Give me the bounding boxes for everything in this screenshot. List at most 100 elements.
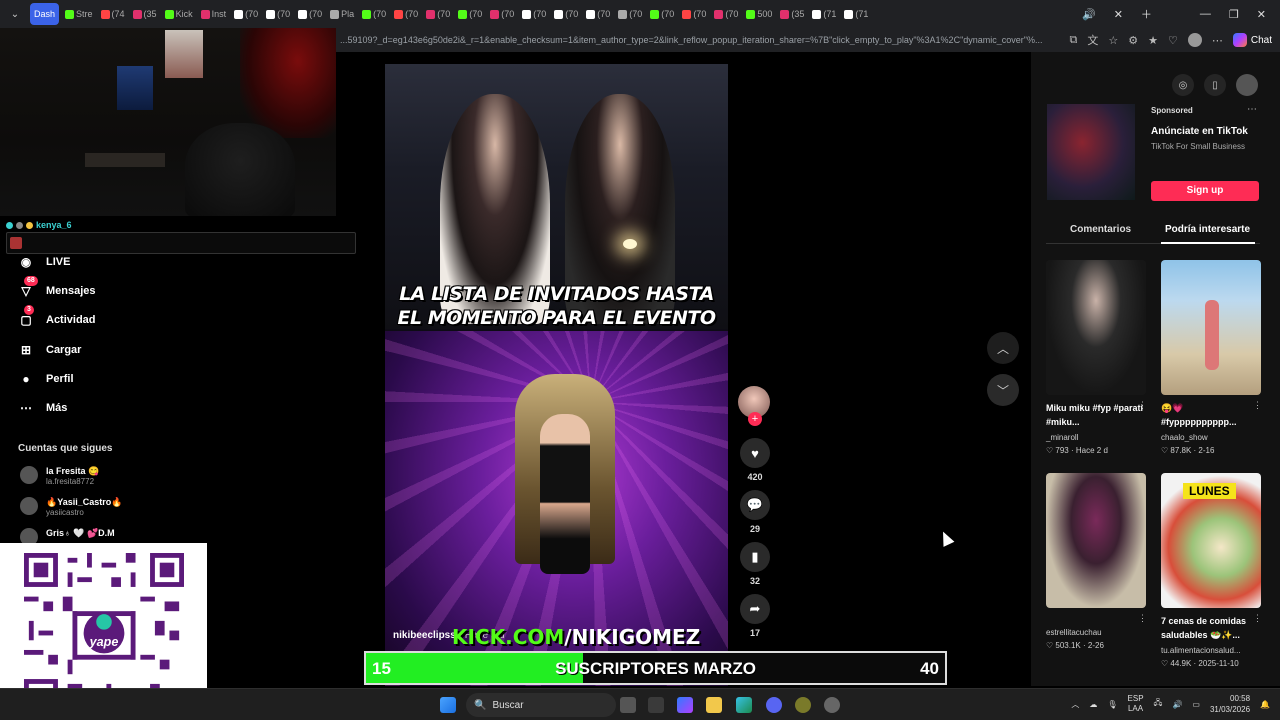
ad-more-icon[interactable]: ⋯: [1247, 104, 1257, 115]
sidebar-item-live[interactable]: ◉ LIVE: [18, 254, 71, 270]
copilot-taskbar-icon[interactable]: [677, 697, 693, 713]
ad-image[interactable]: [1047, 104, 1135, 200]
language-indicator[interactable]: ESP LAA: [1128, 694, 1144, 714]
sidebar-item-actividad[interactable]: ▢ 3 Actividad: [18, 305, 96, 328]
windows-start-icon[interactable]: [440, 697, 456, 713]
browser-tab[interactable]: Inst: [197, 3, 231, 25]
followed-account[interactable]: la Fresita 😋 la.fresita8772: [20, 466, 99, 486]
store-icon[interactable]: [648, 697, 664, 713]
close-tab-icon[interactable]: ✕: [1114, 8, 1123, 21]
recommended-video-thumbnail[interactable]: [1046, 473, 1146, 608]
browser-tab[interactable]: (70: [614, 3, 646, 25]
card-title[interactable]: 7 cenas de comidas saludables 🥗✨...: [1161, 614, 1261, 642]
save-button[interactable]: ▮ 32: [740, 542, 770, 586]
browser-tab[interactable]: (70: [294, 3, 326, 25]
sidebar-item-más[interactable]: ⋯ Más: [18, 400, 67, 416]
card-user[interactable]: estrellitacuchau: [1046, 628, 1102, 637]
clock[interactable]: 00:58 31/03/2026: [1210, 693, 1250, 715]
recommended-video-thumbnail[interactable]: [1161, 260, 1261, 395]
recommended-video-thumbnail[interactable]: LUNES: [1161, 473, 1261, 608]
browser-tab[interactable]: (35: [776, 3, 808, 25]
sidebar-item-perfil[interactable]: ● Perfil: [18, 371, 73, 387]
open-in-icon[interactable]: ⧉: [1070, 34, 1078, 47]
recommended-video-thumbnail[interactable]: [1046, 260, 1146, 395]
browser-tab[interactable]: (70: [710, 3, 742, 25]
tab-active[interactable]: Dash: [30, 3, 60, 25]
star-icon[interactable]: ☆: [1108, 34, 1118, 47]
discord-icon[interactable]: [766, 697, 782, 713]
browser-tab[interactable]: Stre: [61, 3, 97, 25]
previous-video-button[interactable]: ︿: [987, 332, 1019, 364]
browser-tab[interactable]: (70: [646, 3, 678, 25]
minimize-icon[interactable]: —: [1200, 8, 1211, 20]
ad-title[interactable]: Anúnciate en TikTok: [1151, 126, 1248, 137]
follow-plus-icon[interactable]: +: [748, 412, 762, 426]
browser-tab[interactable]: (70: [550, 3, 582, 25]
address-bar[interactable]: ...59109?_d=eg143e6g50de2i&_r=1&enable_c…: [336, 28, 1280, 52]
mic-icon[interactable]: 🎙: [1107, 700, 1117, 709]
battery-icon[interactable]: ▭: [1192, 700, 1200, 709]
speaker-icon[interactable]: 🔊: [1082, 8, 1096, 21]
chat-input[interactable]: [6, 232, 356, 254]
card-user[interactable]: tu.alimentacionsalud...: [1161, 646, 1241, 655]
browser-tab[interactable]: (74: [97, 3, 129, 25]
tab-menu-chevron-icon[interactable]: ⌄: [2, 3, 28, 25]
browser-tab[interactable]: Pla: [326, 3, 358, 25]
browser-tab[interactable]: (70: [358, 3, 390, 25]
like-button[interactable]: ♥ 420: [740, 438, 770, 482]
favorites-icon[interactable]: ★: [1148, 34, 1158, 47]
file-explorer-icon[interactable]: [706, 697, 722, 713]
task-view-icon[interactable]: [620, 697, 636, 713]
browser-tab[interactable]: (35: [129, 3, 161, 25]
chevron-up-icon[interactable]: ︿: [1071, 699, 1079, 710]
profile-avatar[interactable]: [1236, 74, 1258, 96]
browser-tab[interactable]: 500: [742, 3, 776, 25]
new-tab-icon[interactable]: ＋: [1141, 6, 1152, 22]
tab-comments[interactable]: Comentarios: [1070, 224, 1131, 235]
browser-tab[interactable]: Kick: [161, 3, 197, 25]
browser-tab[interactable]: (70: [390, 3, 422, 25]
browser-tab[interactable]: (70: [518, 3, 550, 25]
sign-up-button[interactable]: Sign up: [1151, 181, 1259, 201]
browser-tab[interactable]: (70: [486, 3, 518, 25]
browser-tab[interactable]: (70: [422, 3, 454, 25]
card-more-icon[interactable]: ⋮: [1138, 613, 1147, 624]
copilot-chat-button[interactable]: Chat: [1232, 33, 1272, 47]
next-video-button[interactable]: ﹀: [987, 374, 1019, 406]
card-title[interactable]: 😝💗 #fypppppppppp...: [1161, 401, 1261, 429]
taskbar-search[interactable]: 🔍 Buscar: [466, 693, 616, 717]
followed-account[interactable]: 🔥Yasii_Castro🔥 yasiicastro: [20, 497, 122, 517]
browser-tab[interactable]: (71: [840, 3, 872, 25]
compass-icon[interactable]: ◎: [1172, 74, 1194, 96]
translate-icon[interactable]: 文: [1087, 32, 1098, 48]
browser-tab[interactable]: (70: [230, 3, 262, 25]
card-user[interactable]: _minaroll: [1046, 433, 1078, 442]
card-title[interactable]: Miku miku #fyp #parati #miku...: [1046, 401, 1146, 429]
share-button[interactable]: ➦ 17: [740, 594, 770, 638]
card-user[interactable]: chaalo_show: [1161, 433, 1208, 442]
onedrive-icon[interactable]: ☁: [1089, 700, 1097, 709]
shield-icon[interactable]: ♡: [1168, 34, 1178, 47]
volume-icon[interactable]: 🔊: [1172, 700, 1182, 709]
app-icon[interactable]: [824, 697, 840, 713]
comment-button[interactable]: 💬 29: [740, 490, 770, 534]
browser-tab[interactable]: (70: [582, 3, 614, 25]
browser-tab[interactable]: (70: [262, 3, 294, 25]
avatar-icon[interactable]: [1187, 33, 1202, 47]
maximize-icon[interactable]: ❐: [1229, 8, 1239, 21]
tab-recommended[interactable]: Podría interesarte: [1165, 224, 1250, 235]
edge-icon[interactable]: [736, 697, 752, 713]
video-player[interactable]: LA LISTA DE INVITADOS HASTA EL MOMENTO P…: [385, 64, 728, 686]
app-icon[interactable]: [795, 697, 811, 713]
notification-icon[interactable]: 🔔: [1260, 700, 1270, 709]
close-window-icon[interactable]: ✕: [1257, 8, 1266, 21]
phone-icon[interactable]: ▯: [1204, 74, 1226, 96]
url-text[interactable]: ...59109?_d=eg143e6g50de2i&_r=1&enable_c…: [336, 35, 1062, 45]
browser-tab[interactable]: (70: [454, 3, 486, 25]
browser-tab[interactable]: (70: [678, 3, 710, 25]
more-menu-icon[interactable]: ⋯: [1212, 34, 1223, 47]
sidebar-item-mensajes[interactable]: ▽ 68 Mensajes: [18, 276, 96, 299]
sidebar-item-cargar[interactable]: ⊞ Cargar: [18, 342, 82, 358]
network-icon[interactable]: 🖧: [1154, 697, 1163, 711]
browser-tab[interactable]: (71: [808, 3, 840, 25]
